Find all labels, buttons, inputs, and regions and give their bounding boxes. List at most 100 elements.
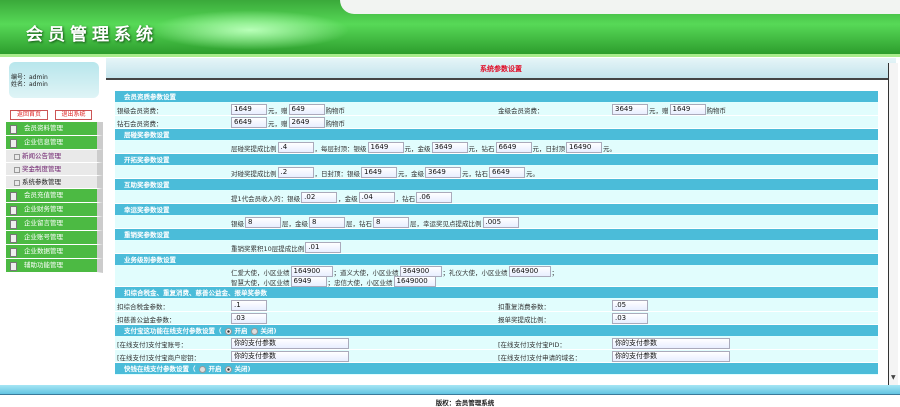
footer-band: [0, 385, 900, 395]
sidebar-item[interactable]: 企业财务管理: [6, 203, 103, 217]
field-group: .03: [231, 313, 267, 324]
settings-row: 层碰奖提成比例 .4 ，每层封顶：银级 1649 元，金级 3649 元，钻石 6649 元，日…: [115, 141, 878, 154]
field-label: 扣重复消费参数：: [498, 303, 550, 311]
field-group: .05: [612, 300, 648, 311]
radio-label[interactable]: 关闭): [261, 327, 277, 335]
setting-input[interactable]: .1: [231, 300, 267, 311]
setting-input[interactable]: 649: [288, 104, 325, 115]
field-label: [在线支付]支付宝PID：: [498, 341, 566, 349]
field-text: 层碰奖提成比例: [231, 144, 277, 153]
logout-button[interactable]: 退出系统: [55, 110, 92, 120]
radio-label[interactable]: 开启: [209, 365, 222, 373]
footer: 版权：会员管理系统: [0, 385, 900, 407]
field-text: ；礼仪大使，小区业绩: [442, 268, 508, 277]
field-text: 提1代会员收入的：银级: [231, 194, 301, 203]
settings-row: 重销奖累积10层提成比例 .01: [115, 241, 878, 254]
field-text: 重销奖累积10层提成比例: [231, 244, 305, 253]
section-title: 幸运奖参数设置: [124, 206, 170, 214]
sidebar-item[interactable]: 会员资料管理: [6, 122, 103, 136]
field-label: 扣综合税金参数：: [117, 303, 169, 311]
setting-input[interactable]: 1649: [361, 167, 397, 178]
radio-button[interactable]: [198, 365, 206, 373]
settings-row: [在线支付]支付宝账号： 你的支付参数 [在线支付]支付宝PID： 你的支付参数: [115, 337, 878, 350]
radio-button[interactable]: [250, 327, 258, 335]
radio-label[interactable]: 开启: [235, 327, 248, 335]
sidebar-item[interactable]: 辅助功能管理: [6, 259, 103, 273]
scrollbar[interactable]: ▼: [888, 63, 898, 385]
field-text: 元，日封顶: [532, 144, 566, 153]
field-text: ；忠信大使，小区业绩: [327, 278, 393, 287]
setting-input[interactable]: 6649: [231, 117, 267, 128]
field-group: 对碰奖提成比例 .2 ，日封顶：银级 1649 元，金级 3649 元，钻石 6649 元。: [231, 167, 539, 178]
section-header: 业务级别参数设置: [115, 254, 878, 266]
setting-input[interactable]: 1649000: [393, 276, 436, 287]
field-text: ；道义大使，小区业绩: [333, 268, 399, 277]
settings-table: 会员资质参数设置 银级会员资费： 1649 元，赠 649 购物币 金级会员资费： 3649 元…: [115, 91, 878, 375]
setting-input[interactable]: 664900: [508, 266, 551, 277]
setting-input[interactable]: 1649: [367, 142, 404, 153]
setting-input[interactable]: 8: [245, 217, 281, 228]
settings-row: [在线支付]支付宝商户密钥： 你的支付参数 [在线支付]支付申请的域名： 你的支付参数: [115, 350, 878, 363]
section-header: 扣综合税金、重复消费、慈善公益金、报单奖参数: [115, 287, 878, 299]
setting-input[interactable]: 1649: [231, 104, 267, 115]
banner-glow: [150, 10, 350, 50]
setting-input[interactable]: 3649: [431, 142, 468, 153]
sidebar-subitem[interactable]: 系统参数管理: [6, 176, 103, 189]
setting-input[interactable]: 1649: [669, 104, 706, 115]
sidebar-subitem[interactable]: 奖金制度管理: [6, 163, 103, 176]
setting-input[interactable]: 你的支付参数: [231, 351, 349, 362]
field-label: [在线支付]支付宝商户密钥：: [117, 354, 201, 362]
setting-input[interactable]: .2: [277, 167, 314, 178]
setting-input[interactable]: .02: [301, 192, 338, 203]
setting-input[interactable]: .04: [358, 192, 395, 203]
setting-input[interactable]: .06: [416, 192, 453, 203]
setting-input[interactable]: 2649: [288, 117, 325, 128]
setting-input[interactable]: 16490: [566, 142, 602, 153]
home-button[interactable]: 返回首页: [10, 110, 48, 120]
field-text: 银级: [231, 219, 244, 228]
scroll-down-icon[interactable]: ▼: [891, 374, 896, 381]
sidebar-item[interactable]: 会员充值管理: [6, 189, 103, 203]
setting-input[interactable]: 8: [309, 217, 345, 228]
setting-input[interactable]: .05: [612, 300, 648, 311]
radio-button[interactable]: [224, 365, 232, 373]
section-title: 开拓奖参数设置: [124, 156, 170, 164]
radio-label[interactable]: 关闭): [235, 365, 251, 373]
setting-input[interactable]: 6949: [290, 276, 327, 287]
setting-input[interactable]: 3649: [425, 167, 461, 178]
setting-input[interactable]: 6649: [489, 167, 525, 178]
field-text: ，每层封顶：银级: [314, 144, 367, 153]
field-group: 1649 元，赠 649 购物币: [231, 104, 345, 115]
sidebar-subitem[interactable]: 新闻公告管理: [6, 150, 103, 163]
setting-input[interactable]: 你的支付参数: [612, 351, 730, 362]
setting-input[interactable]: 你的支付参数: [612, 338, 730, 349]
setting-input[interactable]: 8: [373, 217, 409, 228]
sidebar-item[interactable]: 企业信息管理: [6, 136, 103, 150]
radio-button[interactable]: [224, 327, 232, 335]
field-text: 元。: [526, 169, 539, 178]
app-title: 会员管理系统: [26, 25, 158, 45]
setting-input[interactable]: 你的支付参数: [231, 338, 349, 349]
sidebar-item[interactable]: 企业数据管理: [6, 245, 103, 259]
settings-row: 银级会员资费： 1649 元，赠 649 购物币 金级会员资费： 3649 元，赠 1649 购物…: [115, 103, 878, 116]
setting-input[interactable]: .01: [305, 242, 342, 253]
section-title: 业务级别参数设置: [124, 256, 176, 264]
field-text: 元，赠: [268, 106, 288, 115]
user-name: 姓名：admin: [11, 81, 48, 88]
setting-input[interactable]: .005: [482, 217, 519, 228]
field-group: 提1代会员收入的：银级 .02 ，金级 .04 ，钻石 .06: [231, 192, 453, 203]
setting-input[interactable]: .03: [612, 313, 648, 324]
sidebar: 编号：admin 姓名：admin 返回首页 退出系统 会员资料管理 企业信息管理…: [0, 60, 106, 385]
field-text: 元，金级: [404, 144, 431, 153]
sidebar-item[interactable]: 企业账号管理: [6, 231, 103, 245]
setting-input[interactable]: .4: [277, 142, 314, 153]
setting-input[interactable]: .03: [231, 313, 267, 324]
settings-row: 银级 8 层，金级 8 层，钻石 8 层，幸运奖见点提成比例 .005: [115, 216, 878, 229]
field-text: 元，钻石: [462, 169, 488, 178]
sidebar-item[interactable]: 企业留言管理: [6, 217, 103, 231]
setting-input[interactable]: 3649: [612, 104, 648, 115]
section-header: 开拓奖参数设置: [115, 154, 878, 166]
setting-input[interactable]: 6649: [495, 142, 532, 153]
field-group: 你的支付参数: [612, 351, 730, 362]
section-header: 幸运奖参数设置: [115, 204, 878, 216]
